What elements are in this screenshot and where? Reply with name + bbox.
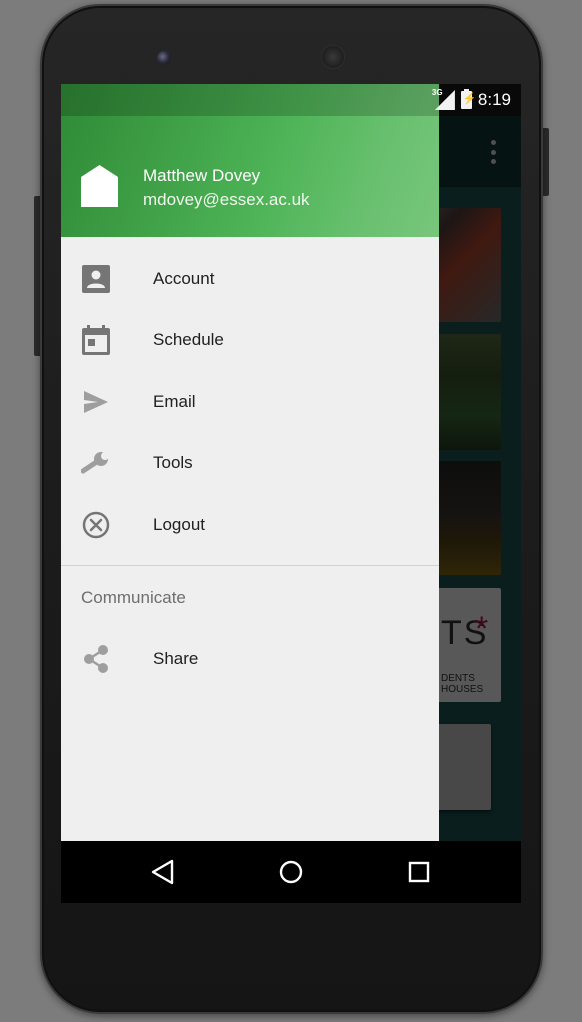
drawer-item-label: Schedule — [153, 329, 224, 349]
status-time: 8:19 — [477, 90, 511, 109]
back-icon — [151, 859, 174, 885]
status-bar: 3G ⚡ 8:19 — [61, 84, 521, 116]
drawer-item-label: Logout — [153, 514, 205, 534]
user-name: Matthew Dovey — [143, 166, 261, 185]
drawer-item-label: Share — [153, 648, 199, 668]
section-header-communicate: Communicate — [81, 588, 186, 607]
avatar[interactable] — [81, 165, 118, 207]
device-screen: TS * DENTS HOUSES Matthew Dovey mdovey@e… — [61, 84, 521, 903]
send-icon — [81, 387, 111, 417]
calendar-icon — [81, 324, 111, 355]
drawer-item-schedule[interactable]: Schedule — [61, 309, 439, 370]
back-button[interactable] — [148, 857, 178, 887]
drawer-item-label: Tools — [153, 452, 193, 472]
account-box-icon — [81, 264, 111, 294]
drawer-item-email[interactable]: Email — [61, 371, 439, 432]
front-camera — [157, 51, 171, 65]
home-button[interactable] — [276, 857, 306, 887]
drawer-item-label: Email — [153, 391, 196, 411]
earpiece-speaker — [321, 45, 345, 69]
proximity-sensor — [490, 53, 496, 59]
system-nav-bar — [61, 841, 521, 903]
network-type: 3G — [431, 88, 443, 97]
recents-button[interactable] — [404, 857, 434, 887]
battery-charging-icon: ⚡ — [460, 89, 477, 109]
share-icon — [81, 644, 111, 674]
cancel-circle-icon — [81, 510, 111, 540]
drawer-item-logout[interactable]: Logout — [61, 494, 439, 555]
user-email: mdovey@essex.ac.uk — [143, 190, 310, 209]
drawer-divider — [61, 565, 439, 566]
home-icon — [279, 860, 303, 884]
drawer-item-share[interactable]: Share — [61, 628, 439, 689]
recents-icon — [408, 861, 430, 883]
house-logo-icon — [81, 165, 118, 207]
signal-icon: 3G — [431, 88, 455, 110]
navigation-drawer: Matthew Dovey mdovey@essex.ac.uk Account — [61, 84, 439, 841]
light-sensor — [506, 53, 512, 59]
drawer-item-tools[interactable]: Tools — [61, 432, 439, 493]
wrench-icon — [81, 448, 111, 478]
drawer-item-account[interactable]: Account — [61, 248, 439, 309]
drawer-item-label: Account — [153, 268, 215, 288]
